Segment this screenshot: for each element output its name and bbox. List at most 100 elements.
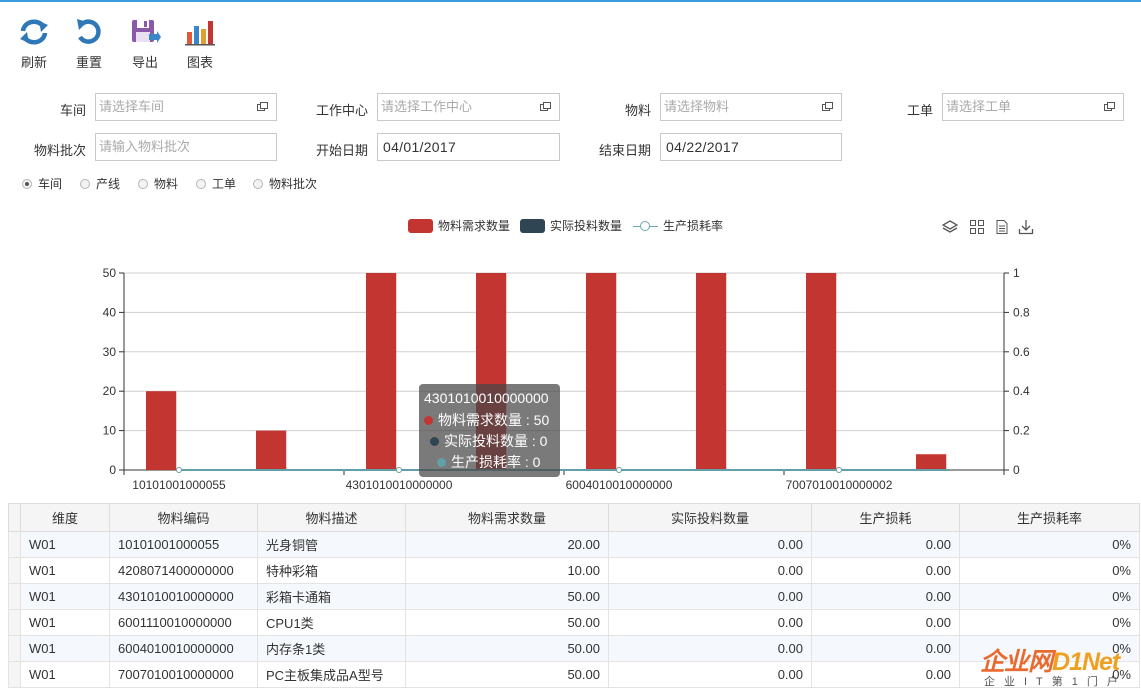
workshop-placeholder: 请选择车间 <box>99 99 165 114</box>
bar-chart-icon <box>185 21 215 46</box>
radio-dot[interactable] <box>253 179 263 189</box>
batch-placeholder: 请输入物料批次 <box>99 139 191 154</box>
popup-picker-icon[interactable] <box>822 102 833 111</box>
radio-label: 车间 <box>38 177 63 191</box>
reset-label: 重置 <box>75 55 102 70</box>
radio-line[interactable]: 产线 <box>80 175 120 192</box>
col-header-loss[interactable]: 生产损耗 <box>811 503 960 532</box>
workcenter-label: 工作中心 <box>315 103 368 118</box>
tooltip-dot <box>424 416 433 425</box>
save-export-icon <box>132 20 161 43</box>
material-code-cell: 7007010010000000 <box>109 661 258 688</box>
end-date-input[interactable]: 04/22/2017 <box>660 133 842 161</box>
loss-cell: 0.00 <box>811 557 960 584</box>
material-select[interactable]: 请选择物料 <box>660 93 842 121</box>
workshop-select[interactable]: 请选择车间 <box>95 93 277 121</box>
col-header-material-code[interactable]: 物料编码 <box>109 503 258 532</box>
reset-icon <box>77 19 101 44</box>
workorder-select[interactable]: 请选择工单 <box>942 93 1124 121</box>
start-date-input[interactable]: 04/01/2017 <box>377 133 560 161</box>
tooltip-text: 生产损耗率 : 0 <box>451 454 541 470</box>
col-header-material-desc[interactable]: 物料描述 <box>257 503 406 532</box>
end-date-label: 结束日期 <box>598 143 651 158</box>
export-label: 导出 <box>131 55 158 70</box>
start-date-label: 开始日期 <box>315 143 368 158</box>
loss-cell: 0.00 <box>811 531 960 558</box>
workorder-placeholder: 请选择工单 <box>946 99 1012 114</box>
data-view-icon[interactable] <box>994 219 1010 235</box>
tooltip-title: 4301010010000000 <box>424 390 549 406</box>
table-row[interactable]: W01 6001110010000000 CPU1类 50.00 0.00 0.00 0% <box>8 609 1140 636</box>
bar-demand <box>366 273 397 470</box>
popup-picker-icon[interactable] <box>540 102 551 111</box>
y-tick-label: 30 <box>103 345 117 359</box>
y2-tick-label: 0.2 <box>1013 424 1030 438</box>
dimension-cell: W01 <box>20 583 110 610</box>
y-tick-label: 0 <box>109 463 116 477</box>
workcenter-placeholder: 请选择工作中心 <box>381 99 473 114</box>
table-row[interactable]: W01 10101001000055 光身铜管 20.00 0.00 0.00 0% <box>8 531 1140 558</box>
table-row[interactable]: W01 7007010010000000 PC主板集成品A型号 50.00 0.00 0.… <box>8 661 1140 688</box>
chart-label: 图表 <box>186 55 213 70</box>
popup-picker-icon[interactable] <box>1104 102 1115 111</box>
radio-workorder[interactable]: 工单 <box>196 175 236 192</box>
workorder-label: 工单 <box>906 103 933 118</box>
refresh-button[interactable]: 刷新 <box>10 16 58 74</box>
chart-button[interactable]: 图表 <box>176 16 224 74</box>
col-header-actual-qty[interactable]: 实际投料数量 <box>608 503 812 532</box>
batch-input[interactable]: 请输入物料批次 <box>95 133 277 161</box>
download-icon[interactable] <box>1018 219 1034 235</box>
radio-dot[interactable] <box>22 179 32 189</box>
y-tick-label: 50 <box>103 266 117 280</box>
demand-qty-cell: 50.00 <box>405 661 609 688</box>
watermark-sub: 企业IT第1门户 <box>984 676 1127 688</box>
y2-tick-label: 1 <box>1013 266 1020 280</box>
radio-batch[interactable]: 物料批次 <box>253 175 317 192</box>
legend-line-loss-rate <box>633 219 658 233</box>
actual-qty-cell: 0.00 <box>608 531 812 558</box>
radio-dot[interactable] <box>196 179 206 189</box>
dimension-cell: W01 <box>20 531 110 558</box>
legend-loss-rate[interactable]: 生产损耗率 <box>633 217 723 234</box>
actual-qty-cell: 0.00 <box>608 635 812 662</box>
col-header-demand-qty[interactable]: 物料需求数量 <box>405 503 609 532</box>
actual-qty-cell: 0.00 <box>608 583 812 610</box>
legend-demand[interactable]: 物料需求数量 <box>408 217 510 234</box>
legend-label: 实际投料数量 <box>550 219 623 233</box>
popup-picker-icon[interactable] <box>257 102 268 111</box>
table-row[interactable]: W01 6004010010000000 内存条1类 50.00 0.00 0.00 0% <box>8 635 1140 662</box>
material-code-cell: 6001110010000000 <box>109 609 258 636</box>
col-header-loss-rate[interactable]: 生产损耗率 <box>959 503 1140 532</box>
tiled-view-icon[interactable] <box>969 219 985 235</box>
loss-cell: 0.00 <box>811 661 960 688</box>
loss-rate-point <box>176 467 182 473</box>
material-desc-cell: 光身铜管 <box>257 531 406 558</box>
y2-tick-label: 0.4 <box>1013 384 1030 398</box>
loss-rate-point <box>616 467 622 473</box>
radio-material[interactable]: 物料 <box>138 175 178 192</box>
bar-demand <box>696 273 727 470</box>
export-button[interactable]: 导出 <box>121 16 169 74</box>
material-desc-cell: 彩箱卡通箱 <box>257 583 406 610</box>
demand-qty-cell: 20.00 <box>405 531 609 558</box>
tooltip-dot <box>430 437 439 446</box>
grid-corner <box>8 503 21 532</box>
demand-qty-cell: 10.00 <box>405 557 609 584</box>
material-placeholder: 请选择物料 <box>664 99 730 114</box>
legend-actual[interactable]: 实际投料数量 <box>520 217 622 234</box>
chart-tooltip: 4301010010000000 物料需求数量 : 50 实际投料数量 : 0 … <box>419 384 560 477</box>
material-code-cell: 4208071400000000 <box>109 557 258 584</box>
table-row[interactable]: W01 4208071400000000 特种彩箱 10.00 0.00 0.00 0% <box>8 557 1140 584</box>
stack-icon[interactable] <box>941 219 959 235</box>
dimension-cell: W01 <box>20 609 110 636</box>
bar-demand <box>256 430 287 470</box>
col-header-dimension[interactable]: 维度 <box>20 503 110 532</box>
table-row[interactable]: W01 4301010010000000 彩箱卡通箱 50.00 0.00 0.00 0% <box>8 583 1140 610</box>
workcenter-select[interactable]: 请选择工作中心 <box>377 93 560 121</box>
radio-label: 物料 <box>154 177 179 191</box>
reset-button[interactable]: 重置 <box>65 16 113 74</box>
radio-workshop[interactable]: 车间 <box>22 175 62 192</box>
radio-dot[interactable] <box>138 179 148 189</box>
radio-dot[interactable] <box>80 179 90 189</box>
bar-demand <box>586 273 617 470</box>
